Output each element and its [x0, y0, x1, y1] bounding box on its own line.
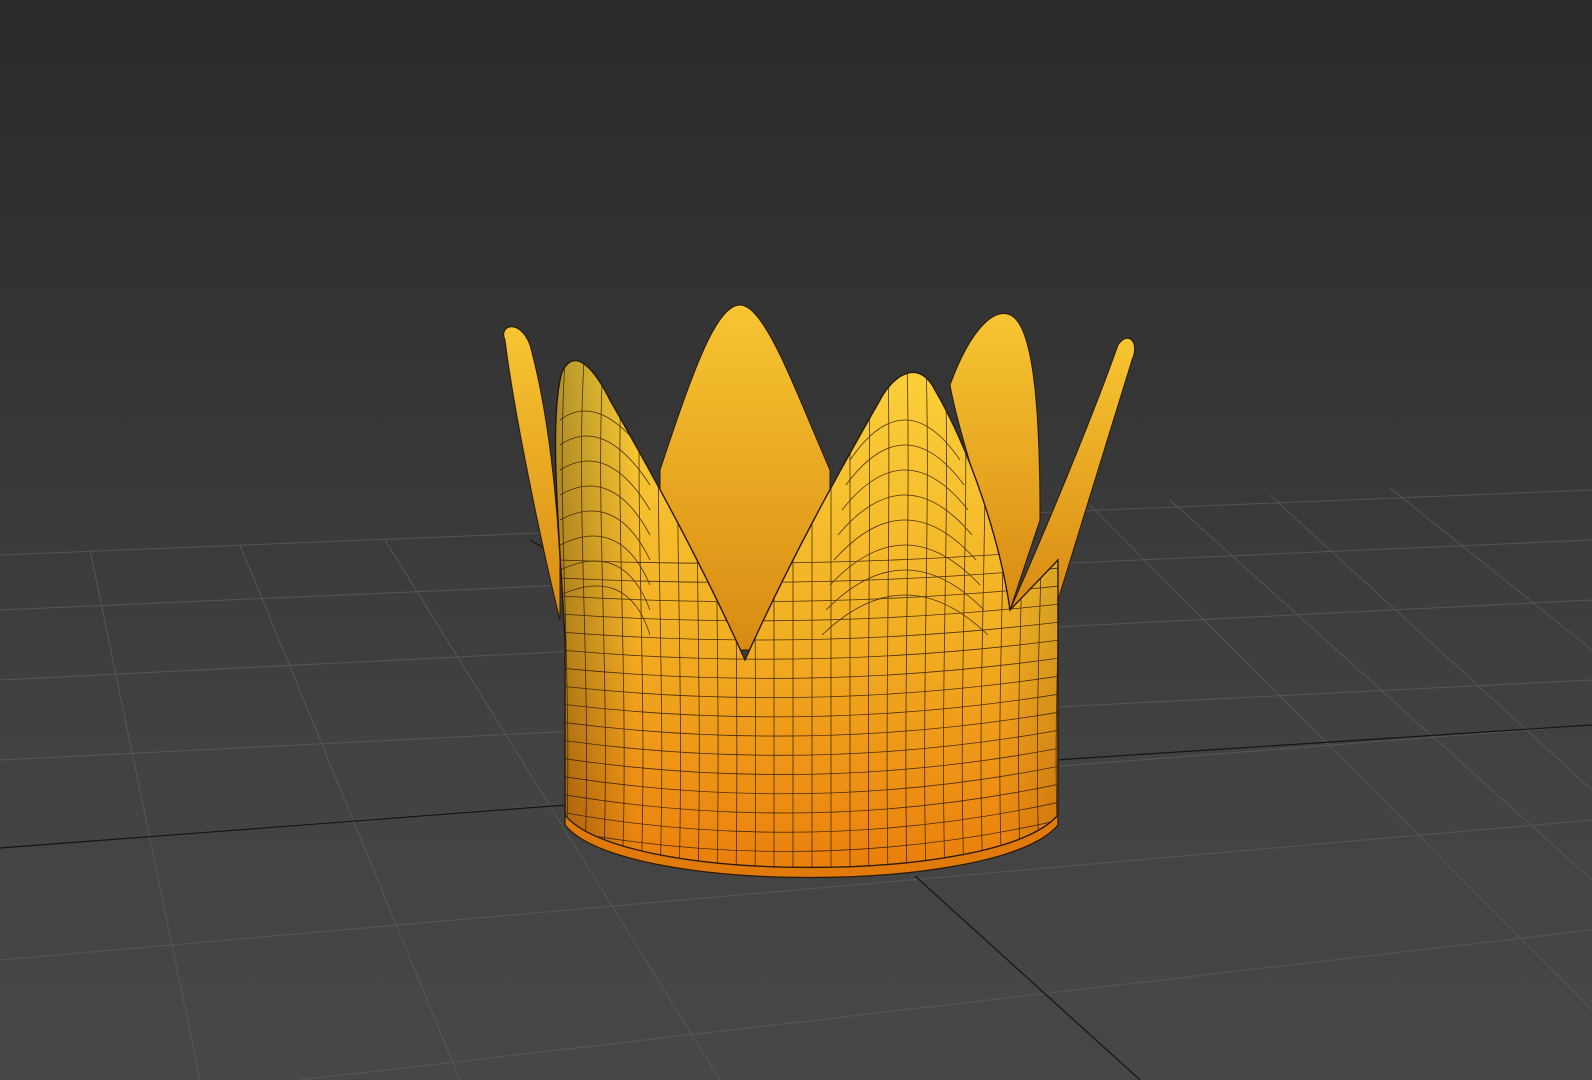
viewport-scene[interactable] — [0, 0, 1592, 1080]
3d-viewport[interactable] — [0, 0, 1592, 1080]
crown-back-point-left[interactable] — [503, 326, 561, 621]
